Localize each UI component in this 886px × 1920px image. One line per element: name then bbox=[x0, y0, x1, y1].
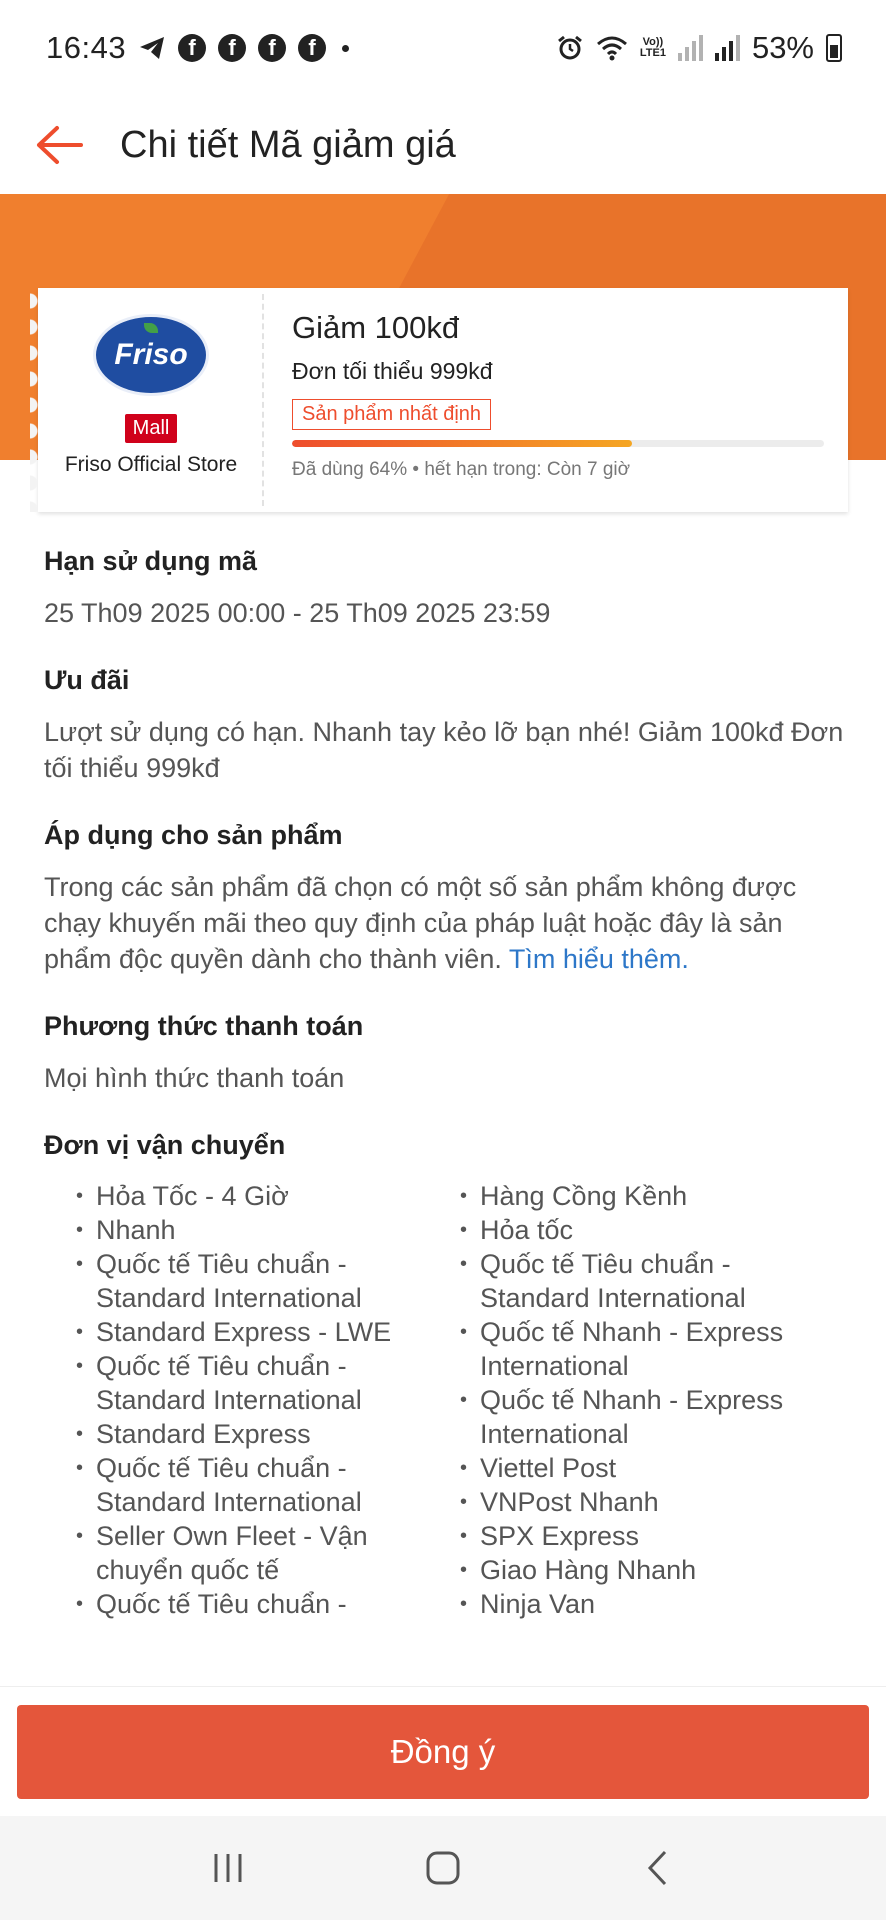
voucher-shop: Friso Mall Friso Official Store bbox=[30, 288, 264, 512]
shipping-item: Quốc tế Nhanh - Express International bbox=[460, 1383, 844, 1451]
products-text: Trong các sản phẩm đã chọn có một số sản… bbox=[44, 872, 797, 974]
facebook-icon: f bbox=[298, 34, 327, 62]
voucher-details: Hạn sử dụng mã 25 Th09 2025 00:00 - 25 T… bbox=[44, 546, 844, 1655]
shipping-item: Hỏa tốc bbox=[460, 1213, 844, 1247]
section-payment: Phương thức thanh toán Mọi hình thức tha… bbox=[44, 1011, 844, 1096]
shipping-item: Quốc tế Tiêu chuẩn - bbox=[76, 1587, 460, 1621]
shipping-item: Ninja Van bbox=[460, 1587, 844, 1621]
arrow-left-icon bbox=[37, 126, 83, 164]
voucher-info: Giảm 100kđ Đơn tối thiểu 999kđ Sản phẩm … bbox=[264, 288, 848, 512]
chevron-left-icon bbox=[648, 1850, 667, 1886]
mall-badge: Mall bbox=[124, 414, 178, 443]
app-bar: Chi tiết Mã giảm giá bbox=[0, 96, 886, 194]
alarm-icon bbox=[557, 35, 582, 60]
status-bar: 16:43 f f f f Vo)) LTE1 53% bbox=[0, 0, 886, 96]
telegram-icon bbox=[140, 37, 165, 59]
volte-icon: Vo)) LTE1 bbox=[639, 36, 666, 59]
battery-percent: 53% bbox=[751, 30, 814, 65]
payment-text: Mọi hình thức thanh toán bbox=[44, 1063, 345, 1093]
shipping-item: Hàng Cồng Kềnh bbox=[460, 1179, 844, 1213]
section-heading: Phương thức thanh toán bbox=[44, 1011, 364, 1041]
offer-text: Lượt sử dụng có hạn. Nhanh tay kẻo lỡ bạ… bbox=[44, 717, 844, 783]
home-icon bbox=[426, 1851, 460, 1885]
section-shipping: Đơn vị vận chuyển Hỏa Tốc - 4 GiờNhanhQu… bbox=[44, 1130, 844, 1621]
signal-icon bbox=[714, 35, 740, 61]
section-heading: Hạn sử dụng mã bbox=[44, 546, 258, 576]
system-back-button[interactable] bbox=[618, 1828, 698, 1908]
clock: 16:43 bbox=[46, 30, 127, 65]
facebook-icon: f bbox=[258, 34, 287, 62]
shipping-item: Nhanh bbox=[76, 1213, 460, 1247]
section-products: Áp dụng cho sản phẩm Trong các sản phẩm … bbox=[44, 820, 844, 977]
voucher-card: Friso Mall Friso Official Store Giảm 100… bbox=[30, 288, 848, 512]
shop-logo: Friso bbox=[93, 314, 209, 396]
more-notifications-icon bbox=[342, 44, 350, 52]
shipping-item: Quốc tế Tiêu chuẩn - Standard Internatio… bbox=[76, 1349, 460, 1417]
home-button[interactable] bbox=[403, 1828, 483, 1908]
shipping-item: Viettel Post bbox=[460, 1451, 844, 1485]
validity-text: 25 Th09 2025 00:00 - 25 Th09 2025 23:59 bbox=[44, 598, 551, 628]
shipping-item: Hỏa Tốc - 4 Giờ bbox=[76, 1179, 460, 1213]
status-right: Vo)) LTE1 53% bbox=[556, 30, 842, 66]
shipping-column-right: Hàng Cồng KềnhHỏa tốcQuốc tế Tiêu chuẩn … bbox=[460, 1179, 844, 1621]
usage-progress-fill bbox=[292, 440, 633, 447]
divider bbox=[262, 294, 264, 506]
section-heading: Áp dụng cho sản phẩm bbox=[44, 820, 343, 850]
voucher-min-order: Đơn tối thiểu 999kđ bbox=[292, 358, 493, 384]
shipping-item: Standard Express bbox=[76, 1417, 460, 1451]
facebook-icon: f bbox=[178, 34, 207, 62]
shipping-item: Quốc tế Tiêu chuẩn - Standard Internatio… bbox=[76, 1451, 460, 1519]
signal-icon bbox=[677, 35, 703, 61]
learn-more-link[interactable]: Tìm hiểu thêm. bbox=[509, 944, 689, 974]
section-heading: Ưu đãi bbox=[44, 665, 130, 695]
usage-text: Đã dùng 64% • hết hạn trong: Còn 7 giờ bbox=[292, 459, 631, 480]
back-button[interactable] bbox=[0, 96, 110, 194]
section-offer: Ưu đãi Lượt sử dụng có hạn. Nhanh tay kẻ… bbox=[44, 665, 844, 786]
shipping-item: Giao Hàng Nhanh bbox=[460, 1553, 844, 1587]
shipping-item: Quốc tế Tiêu chuẩn - Standard Internatio… bbox=[76, 1247, 460, 1315]
shipping-item: Quốc tế Tiêu chuẩn - Standard Internatio… bbox=[460, 1247, 844, 1315]
section-validity: Hạn sử dụng mã 25 Th09 2025 00:00 - 25 T… bbox=[44, 546, 844, 631]
agree-button[interactable]: Đồng ý bbox=[17, 1705, 869, 1799]
shipping-item: Seller Own Fleet - Vận chuyển quốc tế bbox=[76, 1519, 460, 1587]
shipping-item: SPX Express bbox=[460, 1519, 844, 1553]
voucher-tag: Sản phẩm nhất định bbox=[292, 399, 492, 430]
battery-icon bbox=[826, 34, 842, 62]
page-title: Chi tiết Mã giảm giá bbox=[120, 123, 456, 166]
facebook-icon: f bbox=[218, 34, 247, 62]
store-name: Friso Official Store bbox=[64, 453, 238, 476]
shipping-list: Hỏa Tốc - 4 GiờNhanhQuốc tế Tiêu chuẩn -… bbox=[76, 1179, 844, 1621]
shipping-item: Standard Express - LWE bbox=[76, 1315, 460, 1349]
system-nav-bar bbox=[0, 1816, 886, 1920]
bottom-action-bar: Đồng ý bbox=[0, 1686, 886, 1816]
recent-apps-button[interactable] bbox=[188, 1828, 268, 1908]
section-heading: Đơn vị vận chuyển bbox=[44, 1130, 286, 1160]
voucher-title: Giảm 100kđ bbox=[292, 310, 460, 345]
recent-apps-icon bbox=[214, 1854, 242, 1882]
wifi-icon bbox=[596, 36, 627, 61]
usage-progress-bar bbox=[292, 440, 824, 447]
shipping-item: Quốc tế Nhanh - Express International bbox=[460, 1315, 844, 1383]
shipping-item: VNPost Nhanh bbox=[460, 1485, 844, 1519]
leaf-icon bbox=[144, 323, 158, 333]
status-left: 16:43 f f f f bbox=[46, 30, 350, 66]
shipping-column-left: Hỏa Tốc - 4 GiờNhanhQuốc tế Tiêu chuẩn -… bbox=[76, 1179, 460, 1621]
